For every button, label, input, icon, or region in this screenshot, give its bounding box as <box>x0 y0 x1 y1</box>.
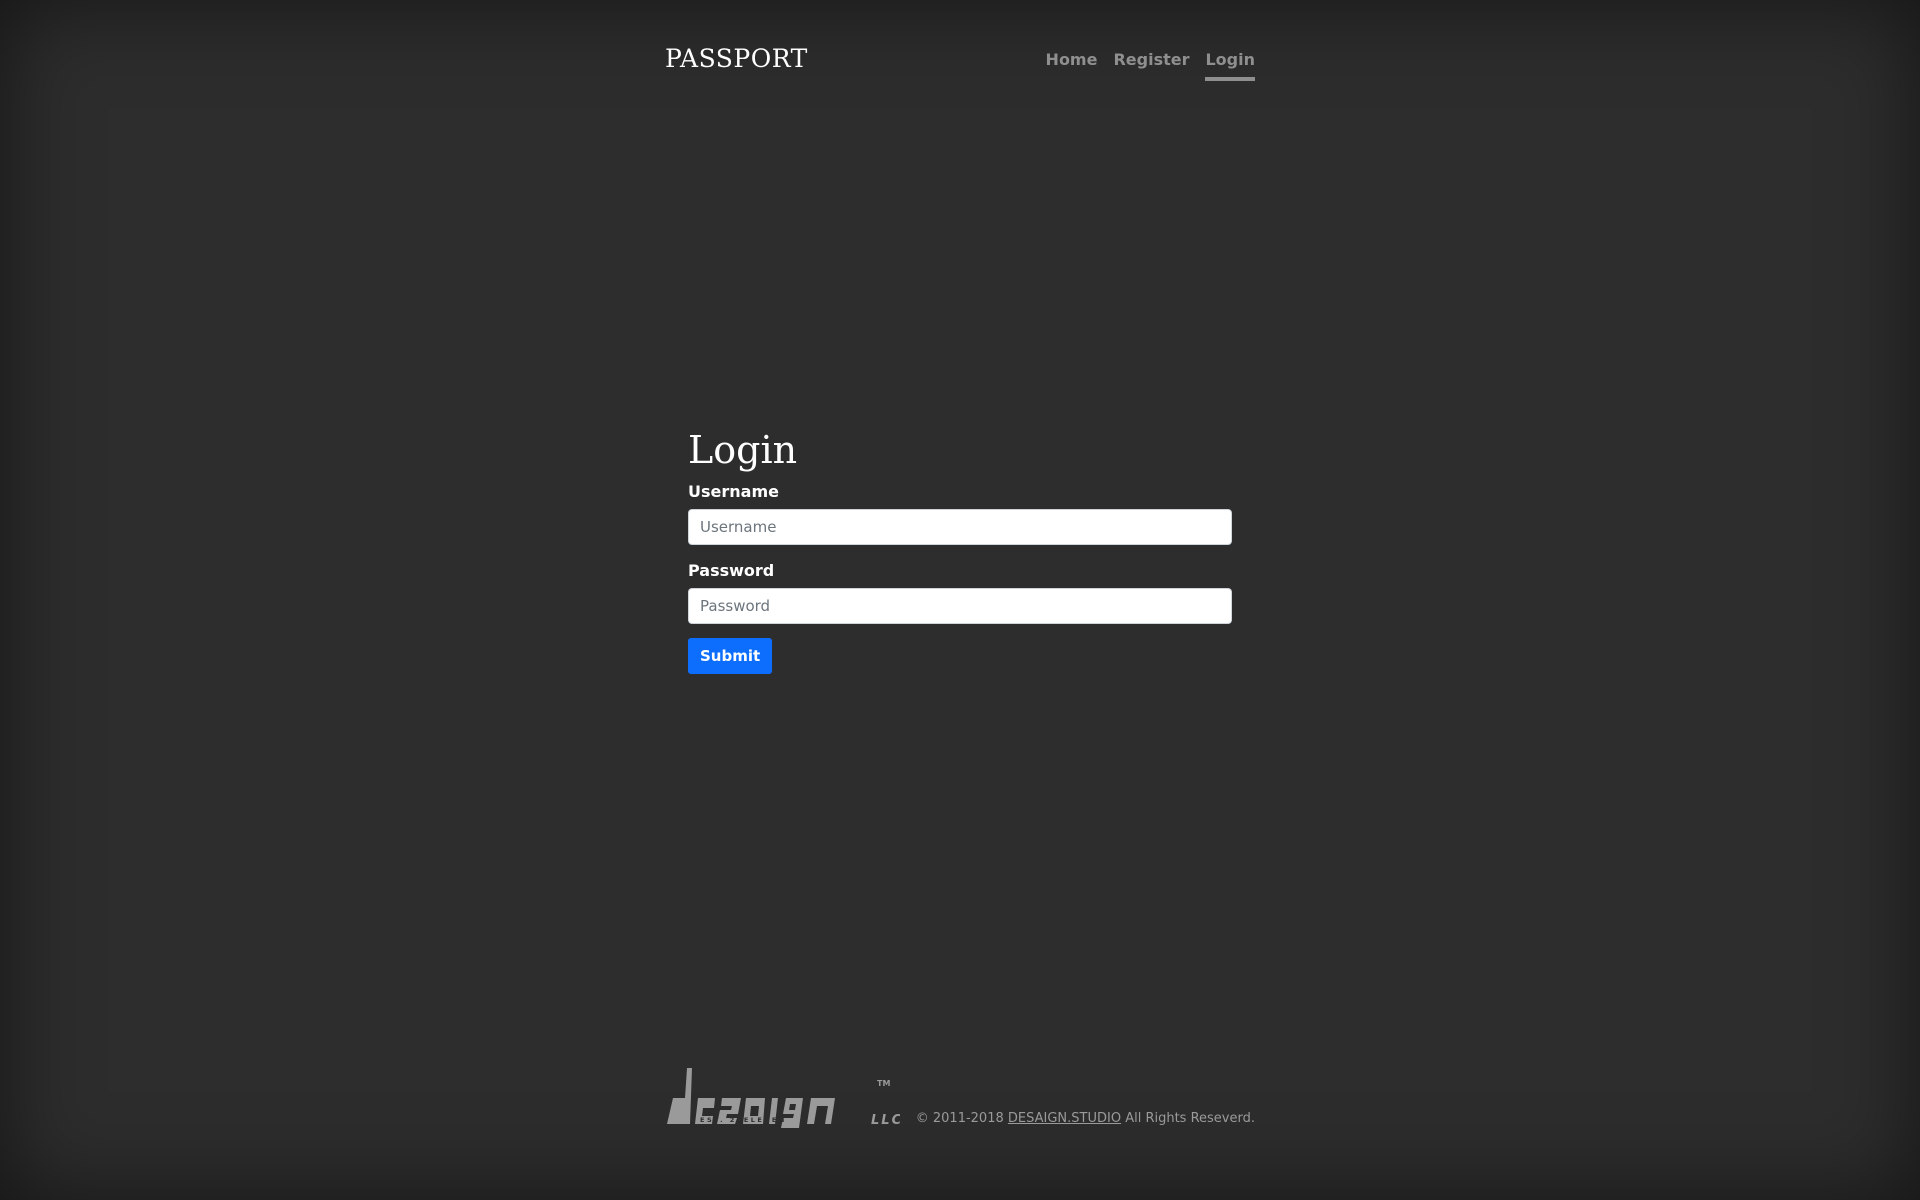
logo-trademark: TM <box>877 1079 890 1088</box>
brand-logo[interactable]: PASSPORT <box>665 44 808 73</box>
login-form: Login Username Password Submit <box>688 428 1232 674</box>
password-label: Password <box>688 560 775 580</box>
copyright-text: © 2011-2018 DESAIGN.STUDIO All Rights Re… <box>916 1111 1255 1126</box>
logo-llc: LLC <box>871 1113 900 1128</box>
nav-home-link[interactable]: Home <box>1046 50 1098 81</box>
main-nav: Home Register Login <box>1046 50 1255 81</box>
page-title: Login <box>688 428 798 472</box>
submit-button[interactable]: Submit <box>688 637 773 674</box>
page-container: PASSPORT Home Register Login Login Usern… <box>665 0 1255 1200</box>
username-label: Username <box>688 481 779 501</box>
logo-tagline: EST. 20ELEVEN <box>700 1116 787 1124</box>
copyright-suffix: All Rights Reseverd. <box>1125 1111 1255 1126</box>
copyright-prefix: © 2011-2018 <box>915 1111 1004 1126</box>
site-footer: EST. 20ELEVEN TM LLC © 2011-2018 DESAIGN… <box>665 1066 1255 1128</box>
desaign-studio-link[interactable]: DESAIGN.STUDIO <box>1008 1111 1121 1126</box>
site-header: PASSPORT Home Register Login <box>665 40 1255 82</box>
nav-login-link[interactable]: Login <box>1205 50 1255 81</box>
desaign-logo-icon: EST. 20ELEVEN TM LLC <box>667 1068 900 1128</box>
username-input[interactable] <box>688 508 1232 545</box>
nav-register-link[interactable]: Register <box>1113 50 1189 81</box>
password-input[interactable] <box>688 587 1232 624</box>
